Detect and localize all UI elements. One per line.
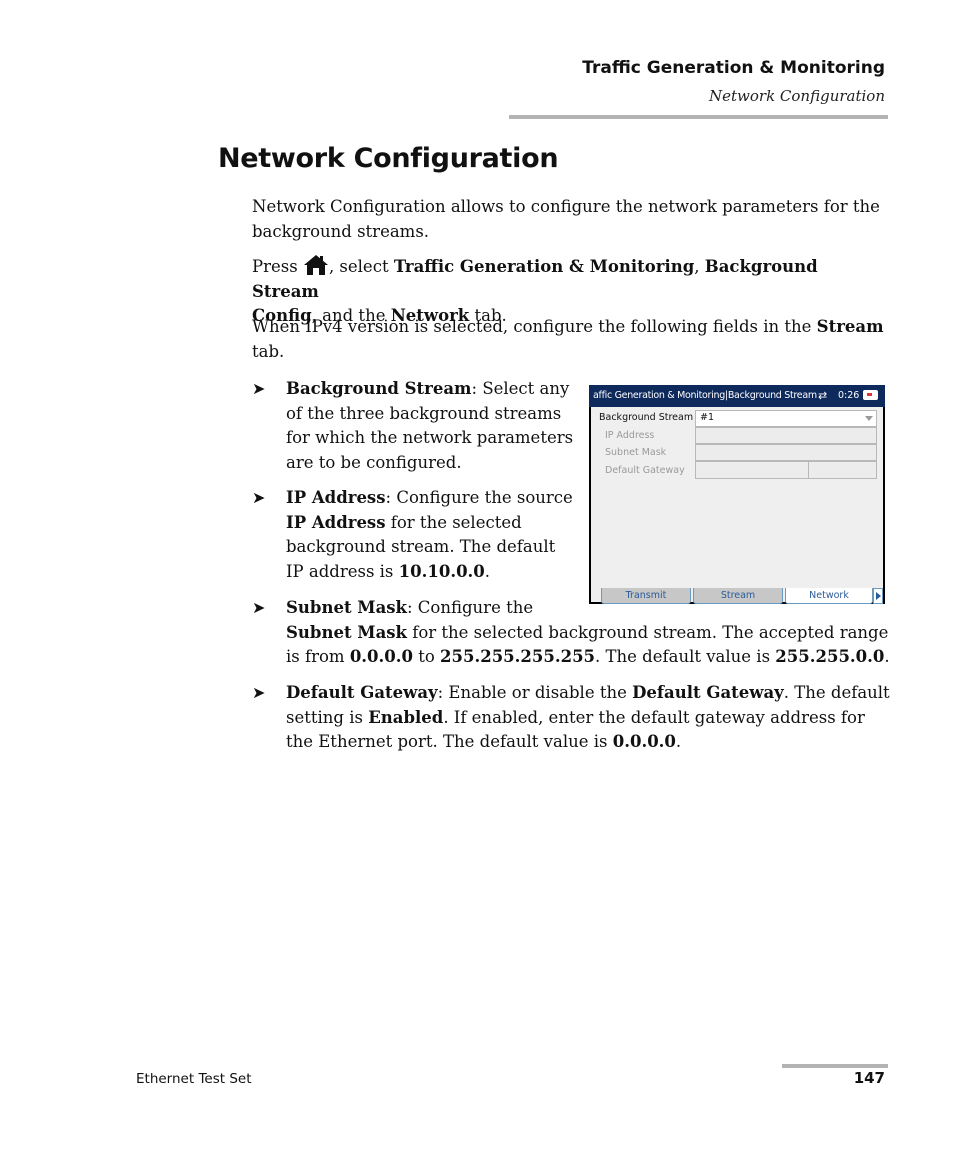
arrow-bullet-icon: ➤ [252, 683, 266, 702]
default-gateway-field[interactable] [808, 461, 877, 479]
page-number: 147 [853, 1069, 885, 1087]
header-divider [509, 115, 888, 119]
arrow-bullet-icon: ➤ [252, 379, 266, 398]
default-gateway-toggle[interactable] [695, 461, 809, 479]
bg-stream-select[interactable]: #1 [695, 410, 877, 427]
ip-address-label: IP Address [605, 430, 655, 441]
device-screenshot: Background Stream #1 IP Address Subnet M… [589, 385, 885, 604]
sync-icon: ⇄ [818, 389, 828, 402]
battery-icon [863, 390, 878, 400]
home-icon [303, 255, 328, 275]
arrow-bullet-icon: ➤ [252, 598, 266, 617]
footer-divider [782, 1064, 888, 1068]
scroll-right-arrow-icon[interactable] [873, 588, 883, 604]
bg-stream-label: Background Stream [599, 412, 694, 423]
running-header-section: Network Configuration [709, 87, 885, 105]
ipv4-paragraph: When IPv4 version is selected, configure… [252, 317, 884, 361]
tab-stream[interactable]: Stream [693, 588, 783, 604]
device-title: affic Generation & Monitoring|Background… [593, 390, 817, 401]
tab-transmit[interactable]: Transmit [601, 588, 691, 604]
device-clock: 0:26 [838, 390, 860, 401]
page-title: Network Configuration [218, 143, 559, 174]
intro-paragraph: Network Configuration allows to configur… [252, 197, 880, 241]
running-header-chapter: Traffic Generation & Monitoring [582, 58, 885, 78]
arrow-bullet-icon: ➤ [252, 488, 266, 507]
bg-stream-value: #1 [700, 412, 715, 423]
ip-address-field[interactable] [695, 427, 877, 444]
subnet-mask-label: Subnet Mask [605, 447, 667, 458]
default-gateway-label: Default Gateway [605, 465, 685, 476]
footer-doc-name: Ethernet Test Set [136, 1071, 252, 1087]
tab-bar: Transmit Stream Network [591, 586, 883, 604]
subnet-mask-field[interactable] [695, 444, 877, 461]
device-titlebar: affic Generation & Monitoring|Background… [589, 385, 885, 407]
chevron-down-icon [865, 416, 873, 421]
tab-network[interactable]: Network [785, 588, 873, 604]
